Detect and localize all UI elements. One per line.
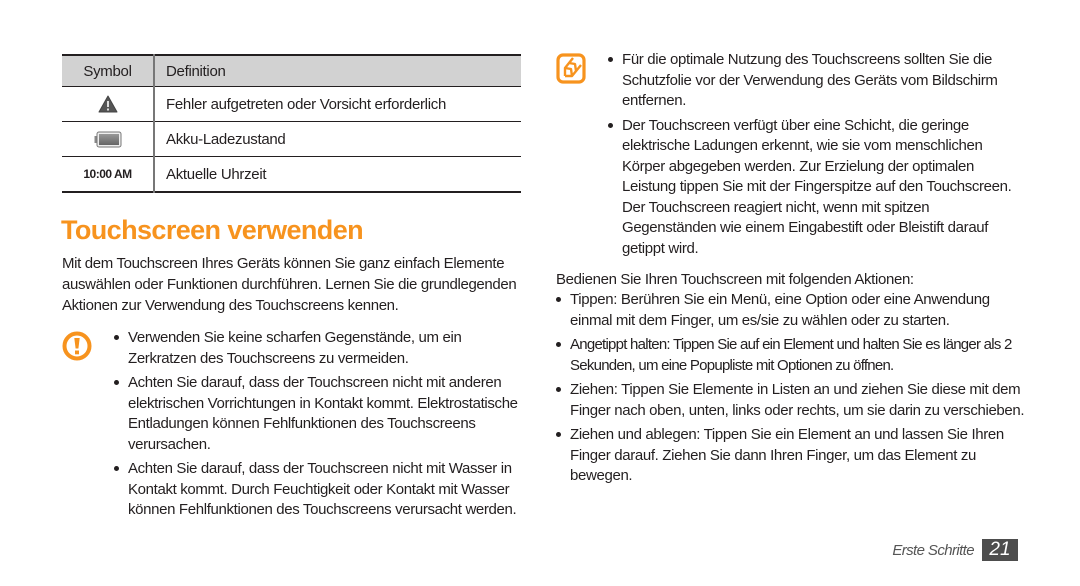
battery-icon (94, 131, 121, 148)
table-row: Akku-Ladezustand (62, 121, 521, 157)
list-item: Für die optimale Nutzung des Touchscreen… (608, 50, 1026, 112)
definition-cell: Akku-Ladezustand (166, 130, 286, 148)
note-list: Für die optimale Nutzung des Touchscreen… (608, 50, 1026, 259)
list-item: Angetippt halten: Tippen Sie auf ein Ele… (556, 335, 1026, 376)
right-column: Für die optimale Nutzung des Touchscreen… (556, 50, 1026, 491)
symbol-table: Symbol Definition Fehler aufgetreten ode… (62, 54, 521, 193)
section-title: Touchscreen verwenden (61, 215, 364, 245)
header-symbol: Symbol (62, 55, 155, 87)
definition-cell: Fehler aufgetreten oder Vorsicht erforde… (166, 95, 446, 113)
actions-list: Tippen: Berühren Sie ein Menü, eine Opti… (556, 290, 1026, 487)
list-item: Ziehen und ablegen: Tippen Sie ein Eleme… (556, 425, 1026, 487)
warning-triangle-icon (98, 95, 117, 113)
table-row: 10:00 AM Aktuelle Uhrzeit (62, 156, 521, 192)
page-number: 21 (982, 539, 1018, 561)
list-item: Achten Sie darauf, dass der Touchscreen … (114, 373, 522, 455)
actions-intro: Bedienen Sie Ihren Touchscreen mit folge… (556, 271, 914, 288)
note-pencil-icon (556, 53, 586, 84)
page-footer: Erste Schritte 21 (892, 539, 1018, 561)
list-item: Tippen: Berühren Sie ein Menü, eine Opti… (556, 290, 1026, 331)
list-item: Der Touchscreen verfügt über eine Schich… (608, 116, 1026, 260)
caution-icon (62, 331, 92, 361)
list-item: Ziehen: Tippen Sie Elemente in Listen an… (556, 380, 1026, 421)
table-row: Fehler aufgetreten oder Vorsicht erforde… (62, 86, 521, 122)
time-symbol: 10:00 AM (62, 156, 155, 192)
caution-list: Verwenden Sie keine scharfen Gegenstände… (114, 328, 522, 521)
left-column: Symbol Definition Fehler aufgetreten ode… (61, 54, 522, 525)
chapter-label: Erste Schritte (892, 541, 974, 559)
note-block: Für die optimale Nutzung des Touchscreen… (556, 50, 1026, 259)
section-intro: Mit dem Touchscreen Ihres Geräts können … (62, 255, 517, 314)
list-item: Verwenden Sie keine scharfen Gegenstände… (114, 328, 522, 369)
header-definition: Definition (166, 62, 226, 80)
table-header-row: Symbol Definition (62, 55, 521, 87)
caution-block: Verwenden Sie keine scharfen Gegenstände… (62, 328, 522, 521)
definition-cell: Aktuelle Uhrzeit (166, 165, 267, 183)
list-item: Achten Sie darauf, dass der Touchscreen … (114, 459, 522, 521)
symbol-cell (62, 86, 155, 122)
symbol-cell (62, 121, 155, 157)
